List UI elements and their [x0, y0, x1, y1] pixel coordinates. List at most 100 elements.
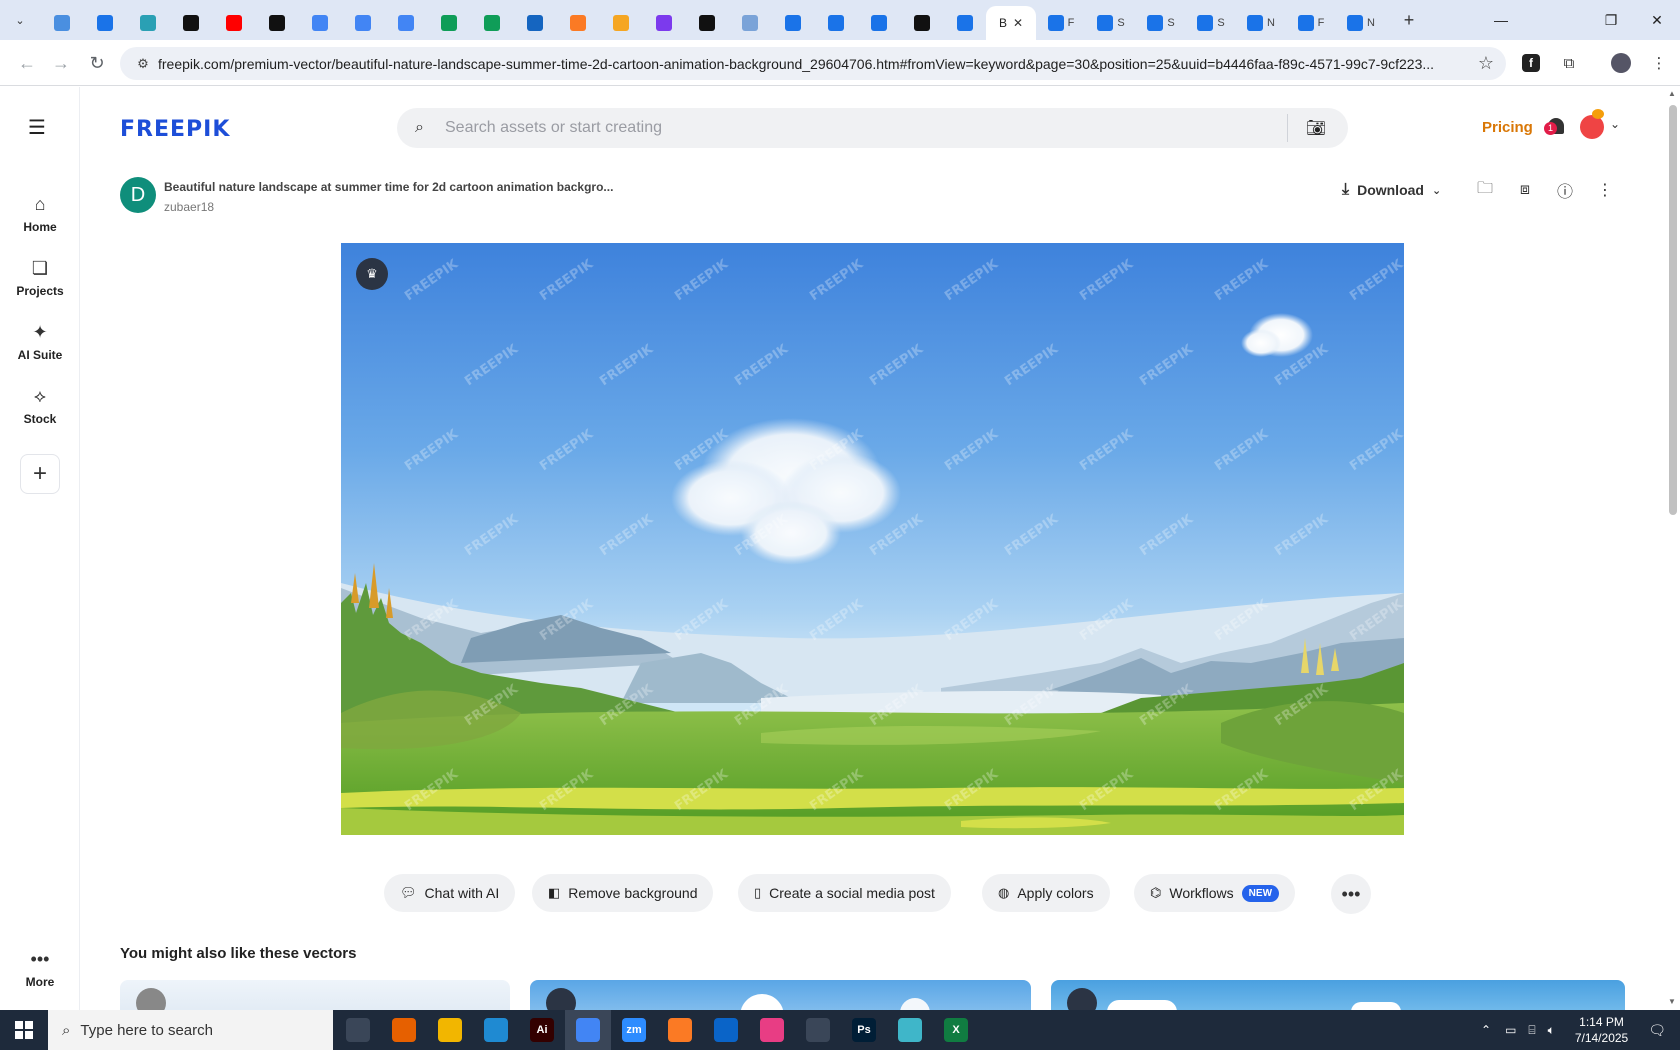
browser-tab[interactable] — [40, 7, 83, 39]
camera-icon[interactable]: 📷︎ — [1306, 118, 1326, 138]
save-to-collection-icon[interactable]: 🗀︎ — [1472, 177, 1498, 203]
forward-button[interactable]: → — [44, 46, 78, 80]
remove-background-button[interactable]: ◧ Remove background — [532, 874, 714, 912]
browser-menu-icon[interactable]: ⋮ — [1642, 46, 1676, 80]
taskbar-app-task-view[interactable] — [335, 1010, 381, 1050]
taskbar-app-xampp[interactable] — [657, 1010, 703, 1050]
sidebar-item-more[interactable]: ••• More — [0, 947, 80, 989]
back-button[interactable]: ← — [10, 46, 44, 80]
info-icon[interactable]: ⓘ — [1552, 177, 1578, 203]
browser-tab[interactable]: S — [1186, 7, 1236, 39]
minimize-button[interactable]: — — [1476, 0, 1526, 40]
browser-tab[interactable]: S — [1086, 7, 1136, 39]
chevron-up-icon[interactable]: ⌃ — [1481, 1023, 1491, 1037]
tab-search-button[interactable]: ⌄ — [6, 6, 34, 34]
browser-tab[interactable] — [599, 7, 642, 39]
browser-tab[interactable] — [943, 7, 986, 39]
pricing-link[interactable]: Pricing — [1482, 119, 1533, 136]
sidebar-item-projects[interactable]: ❏ Projects — [0, 256, 80, 298]
browser-tab-active[interactable]: B ✕ — [986, 6, 1036, 40]
taskbar-app-chrome[interactable] — [565, 1010, 611, 1050]
chevron-down-icon[interactable]: ⌄ — [1610, 117, 1620, 131]
taskbar-app-creative-cloud[interactable] — [749, 1010, 795, 1050]
browser-tab[interactable] — [857, 7, 900, 39]
restore-button[interactable]: ❐ — [1586, 0, 1636, 40]
browser-tab[interactable] — [169, 7, 212, 39]
workflows-button[interactable]: ⌬ Workflows NEW — [1134, 874, 1296, 912]
browser-tab[interactable] — [771, 7, 814, 39]
chat-with-ai-button[interactable]: 💬︎ Chat with AI — [384, 874, 516, 912]
bookmark-star-icon[interactable]: ☆ — [1478, 53, 1494, 74]
browser-tab[interactable]: F — [1036, 7, 1086, 39]
sidebar-item-stock[interactable]: ⟡ Stock — [0, 384, 80, 426]
clock[interactable]: 1:14 PM 7/14/2025 — [1575, 1014, 1628, 1046]
taskbar-app-pen[interactable] — [795, 1010, 841, 1050]
asset-preview-image[interactable]: ♛ FREEPIK FREEPIK FREEPIK FREEPIK FREEPI… — [341, 243, 1404, 835]
browser-tab[interactable] — [814, 7, 857, 39]
browser-tab[interactable] — [642, 7, 685, 39]
download-button[interactable]: ⤓ Download ⌄ — [1342, 175, 1441, 205]
notifications-button[interactable]: 1 — [1544, 116, 1566, 138]
close-window-button[interactable]: ✕ — [1632, 0, 1680, 40]
browser-tab[interactable] — [126, 7, 169, 39]
taskbar-search-box[interactable]: ⌕ Type here to search — [48, 1010, 333, 1050]
taskbar-app-photoshop[interactable]: Ps — [841, 1010, 887, 1050]
browser-tab[interactable]: N — [1336, 7, 1386, 39]
more-actions-button[interactable]: ••• — [1331, 874, 1371, 914]
browser-tab[interactable] — [556, 7, 599, 39]
freepik-logo[interactable]: FREEPIK — [120, 117, 230, 142]
author-avatar[interactable]: D — [120, 177, 156, 213]
taskbar-app-file-explorer[interactable] — [427, 1010, 473, 1050]
profile-avatar-icon[interactable] — [1604, 46, 1638, 80]
close-icon[interactable]: ✕ — [1013, 16, 1023, 30]
edit-image-icon[interactable]: ⧈ — [1512, 177, 1538, 203]
taskbar-app-firefox[interactable] — [381, 1010, 427, 1050]
sidebar-item-home[interactable]: ⌂ Home — [0, 192, 80, 234]
browser-tab[interactable]: F — [1286, 7, 1336, 39]
browser-tab[interactable] — [685, 7, 728, 39]
start-button[interactable] — [0, 1010, 48, 1050]
taskbar-app-outlook[interactable] — [703, 1010, 749, 1050]
browser-tab[interactable]: N — [1236, 7, 1286, 39]
author-name[interactable]: zubaer18 — [164, 200, 214, 214]
taskbar-app-illustrator[interactable]: Ai — [519, 1010, 565, 1050]
taskbar-app-excel[interactable]: X — [933, 1010, 979, 1050]
apply-colors-button[interactable]: ◍ Apply colors — [982, 874, 1110, 912]
browser-tab[interactable] — [900, 7, 943, 39]
taskbar-app-gem[interactable] — [887, 1010, 933, 1050]
site-info-icon[interactable]: ⚙ — [128, 56, 158, 72]
browser-tab[interactable] — [298, 7, 341, 39]
taskbar-app-zoom[interactable]: zm — [611, 1010, 657, 1050]
browser-tab[interactable] — [255, 7, 298, 39]
browser-tab[interactable] — [513, 7, 556, 39]
browser-tab[interactable] — [470, 7, 513, 39]
browser-tab[interactable] — [728, 7, 771, 39]
user-avatar[interactable] — [1580, 109, 1604, 139]
scroll-down-arrow[interactable]: ▼ — [1668, 997, 1676, 1006]
browser-tab[interactable] — [83, 7, 126, 39]
hamburger-menu-icon[interactable]: ☰ — [28, 115, 46, 140]
browser-tab[interactable]: S — [1136, 7, 1186, 39]
add-button[interactable]: + — [20, 454, 60, 494]
extension-f-icon[interactable]: f — [1514, 46, 1548, 80]
volume-icon[interactable]: 🔈︎ — [1548, 1023, 1555, 1038]
taskbar-app-vscode[interactable] — [473, 1010, 519, 1050]
scroll-up-arrow[interactable]: ▲ — [1668, 89, 1676, 98]
reload-button[interactable]: ↻ — [80, 46, 114, 80]
page-scrollbar[interactable]: ▲ ▼ — [1666, 87, 1680, 1010]
create-social-post-button[interactable]: ▯ Create a social media post — [738, 874, 951, 912]
browser-tab[interactable] — [341, 7, 384, 39]
browser-tab[interactable] — [212, 7, 255, 39]
sidebar-item-ai-suite[interactable]: ✦ AI Suite — [0, 320, 80, 362]
search-input[interactable] — [445, 119, 1265, 137]
address-bar[interactable]: ⚙ freepik.com/premium-vector/beautiful-n… — [120, 47, 1506, 80]
new-tab-button[interactable]: + — [1394, 5, 1424, 35]
notification-center-icon[interactable]: 🗨︎ — [1648, 1022, 1666, 1039]
monitor-icon[interactable]: ▭ — [1505, 1023, 1516, 1037]
extensions-puzzle-icon[interactable]: ⧉ — [1552, 46, 1586, 80]
more-options-icon[interactable]: ⋮ — [1592, 177, 1618, 203]
browser-tab[interactable] — [384, 7, 427, 39]
network-icon[interactable]: ⌸ — [1528, 1023, 1535, 1038]
browser-tab[interactable] — [427, 7, 470, 39]
scrollbar-thumb[interactable] — [1669, 105, 1677, 515]
